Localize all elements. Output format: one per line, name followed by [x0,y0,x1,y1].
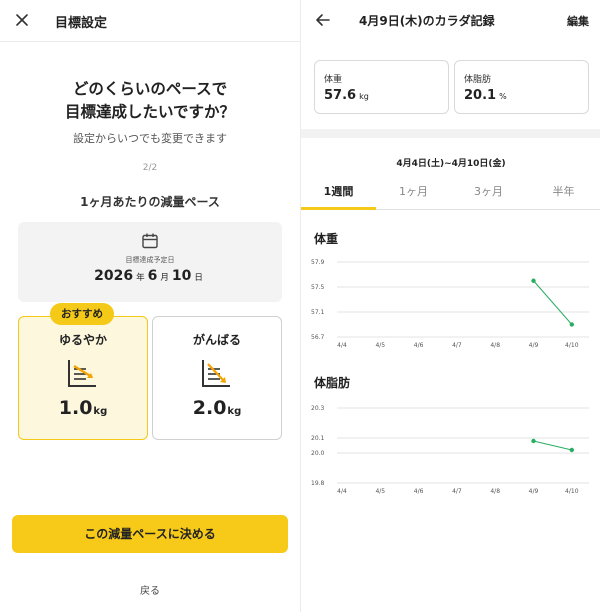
x-tick-label: 4/6 [414,342,424,349]
arrow-left-icon[interactable] [313,10,333,30]
question-line-1: どのくらいのペースで [72,80,228,98]
y-tick-label: 20.0 [311,450,325,457]
x-tick-label: 4/5 [375,488,385,495]
recommend-badge: おすすめ [50,303,114,325]
steep-slope-graph-icon [200,357,232,389]
year-unit: 年 [136,273,145,283]
pace-section-title: 1ヶ月あたりの減量ペース [80,195,220,209]
page-title: 4月9日(木)のカラダ記録 [359,14,495,28]
body-fat-label: 体脂肪 [464,75,492,85]
y-tick-label: 20.3 [311,405,325,412]
gentle-slope-graph-icon [66,357,98,389]
body-fat-number: 20.1 [464,88,497,103]
body-fat-chart: 20.3 20.1 20.0 19.8 4/4 4/5 4/6 4/7 4/8 4/9 4/10 [311,405,589,495]
y-tick-label: 56.7 [311,334,325,341]
target-day: 10 [171,268,192,284]
close-icon[interactable] [12,10,32,30]
target-date-label: 目標達成予定日 [125,256,175,264]
x-tick-label: 4/10 [565,488,579,495]
target-year: 2026 [94,268,134,284]
target-month: 6 [147,268,158,284]
body-fat-card[interactable]: 体脂肪 20.1% [454,60,589,114]
x-tick-label: 4/7 [452,342,462,349]
target-date-value: 2026 年 6 月 10 日 [18,268,282,284]
pace-option-name: がんばる [192,333,241,347]
x-tick-label: 4/4 [337,488,347,495]
pace-option-gentle[interactable]: ゆるやか 1.0kg [18,316,148,440]
goal-setting-screen: 目標設定 どのくらいのペースで 目標達成したいですか？ 設定からいつでも変更でき… [0,0,300,612]
weight-chart: 57.9 57.5 57.1 56.7 4/4 4/5 4/6 4/7 4/8 4/9 4/10 [311,259,589,349]
weight-value: 57.6 kg [324,88,369,103]
weight-unit: kg [359,92,369,101]
pace-value-unit: kg [227,406,242,417]
body-fat-unit: % [499,92,507,101]
x-tick-label: 4/9 [529,488,539,495]
top-bar: 目標設定 [0,0,300,42]
pace-option-value: 2.0kg [153,397,281,419]
pace-option-name: ゆるやか [58,333,107,347]
pace-option-hard[interactable]: がんばる 2.0kg [152,316,282,440]
body-record-screen: 4月9日(木)のカラダ記録 編集 体重 57.6 kg 体脂肪 20.1% 4月4… [300,0,600,612]
data-point [569,322,574,327]
date-range: 4月4日(土)~4月10日(金) [396,159,506,169]
y-tick-label: 19.8 [311,480,325,487]
section-divider [301,129,600,138]
subtitle: 設定からいつでも変更できます [73,132,227,145]
data-point [569,447,574,453]
period-tabs: 1週間 1ヶ月 3ヶ月 半年 [301,178,600,210]
x-tick-label: 4/9 [529,342,539,349]
body-fat-value: 20.1% [464,88,507,103]
x-tick-label: 4/8 [490,342,500,349]
data-point [531,278,536,283]
back-link[interactable]: 戻る [0,582,300,597]
page-title: 目標設定 [55,16,108,31]
month-unit: 月 [160,273,169,283]
target-date-box: 目標達成予定日 2026 年 6 月 10 日 [18,222,282,302]
body-fat-chart-title: 体脂肪 [314,376,351,390]
tab-1-week[interactable]: 1週間 [301,183,376,199]
tab-half-year[interactable]: 半年 [526,183,600,199]
weight-label: 体重 [324,75,343,85]
top-bar: 4月9日(木)のカラダ記録 編集 [301,0,600,42]
x-tick-label: 4/6 [414,488,424,495]
step-indicator: 2/2 [142,163,158,173]
tab-1-month[interactable]: 1ヶ月 [376,183,451,199]
edit-button[interactable]: 編集 [567,13,589,29]
pace-option-value: 1.0kg [19,397,147,419]
x-tick-label: 4/7 [452,488,462,495]
tab-3-months[interactable]: 3ヶ月 [451,183,526,199]
day-unit: 日 [194,273,203,283]
confirm-pace-button[interactable]: この減量ペースに決める [12,515,288,553]
series-line [533,440,572,451]
pace-value-unit: kg [93,406,108,417]
x-tick-label: 4/8 [490,488,500,495]
x-tick-label: 4/4 [337,342,347,349]
x-tick-label: 4/5 [375,342,385,349]
pace-value-number: 1.0 [58,397,93,419]
active-tab-indicator [301,207,376,210]
weight-card[interactable]: 体重 57.6 kg [314,60,449,114]
y-tick-label: 20.1 [311,435,325,442]
calendar-icon [141,232,159,250]
pace-value-number: 2.0 [192,397,227,419]
weight-chart-title: 体重 [314,232,339,246]
y-tick-label: 57.1 [311,309,325,316]
x-tick-label: 4/10 [565,342,579,349]
data-point [531,438,536,444]
y-tick-label: 57.9 [311,259,325,266]
weight-number: 57.6 [324,88,357,103]
y-tick-label: 57.5 [311,284,325,291]
question-line-2: 目標達成したいですか？ [64,103,236,121]
